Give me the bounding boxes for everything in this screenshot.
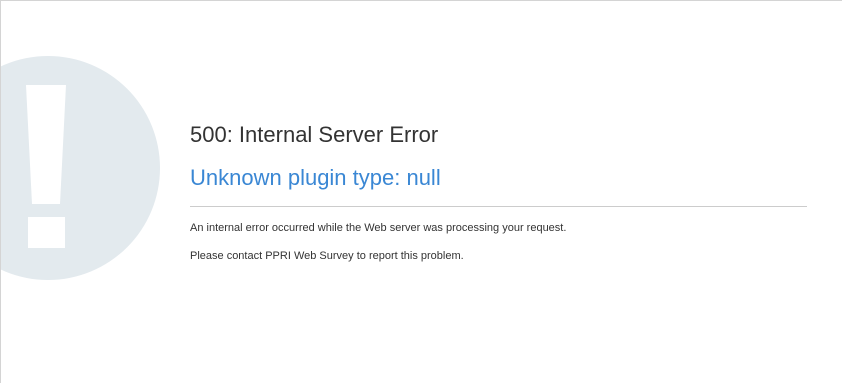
exclamation-circle-icon xyxy=(1,56,160,280)
error-title: 500: Internal Server Error xyxy=(190,122,439,147)
error-page: 500: Internal Server Error Unknown plugi… xyxy=(0,0,842,383)
error-content: 500: Internal Server Error Unknown plugi… xyxy=(190,119,807,263)
divider xyxy=(190,206,807,207)
error-message-line: An internal error occurred while the Web… xyxy=(190,222,567,234)
exclamation-dot xyxy=(28,217,65,248)
error-subtitle: Unknown plugin type: null xyxy=(190,165,441,190)
exclamation-circle-background xyxy=(1,56,160,280)
contact-message-line: Please contact PPRI Web Survey to report… xyxy=(190,250,464,262)
exclamation-bar xyxy=(26,85,66,204)
